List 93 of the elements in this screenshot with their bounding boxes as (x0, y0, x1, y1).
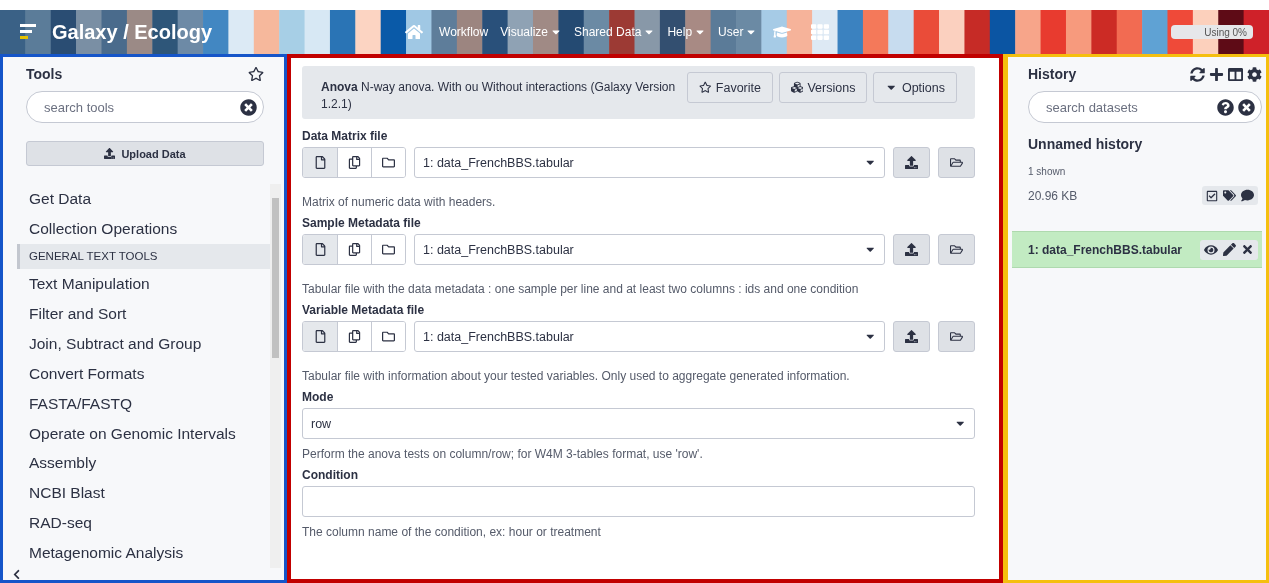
eye-icon[interactable] (1204, 242, 1218, 257)
folder-icon (382, 330, 395, 343)
refresh-icon[interactable] (1190, 66, 1205, 82)
file-icon (313, 330, 327, 343)
copy-icon (348, 156, 361, 169)
clear-icon[interactable] (240, 98, 257, 116)
help-text: Tabular file with information about your tested variables. Only used to aggregate generated information. (302, 369, 851, 383)
comment-icon[interactable] (1241, 189, 1254, 202)
search-field[interactable]: search tools (26, 91, 264, 123)
upload-icon (905, 156, 918, 169)
search-field[interactable]: search datasets (1028, 91, 1262, 123)
help-text: Perform the anova tests on column/row; for W4M 3-tables format, use 'row'. (302, 447, 704, 461)
folder-icon (382, 156, 395, 169)
panel-title: History (1028, 66, 1077, 82)
brand-title: Galaxy / Ecology (52, 20, 213, 44)
upload-button[interactable] (893, 234, 930, 265)
tool-category[interactable]: RAD-seq (17, 508, 270, 539)
upload-button[interactable] (893, 321, 930, 352)
help-icon[interactable] (1217, 98, 1234, 116)
logo-icon (20, 23, 38, 41)
search-input[interactable]: search datasets (1044, 98, 1217, 116)
field-label: Mode (302, 390, 335, 404)
upload-icon (104, 148, 116, 159)
help-text: Tabular file with the data metadata : one sample per line and at least two columns : ids and one condition (302, 282, 860, 296)
columns-icon[interactable] (1228, 66, 1243, 82)
search-input[interactable]: search tools (42, 98, 240, 116)
clear-icon[interactable] (1238, 98, 1255, 116)
file-icon (313, 156, 327, 169)
tool-category[interactable]: Filter and Sort (17, 299, 270, 329)
tool-category[interactable]: NCBI Blast (17, 478, 270, 509)
quota-meter[interactable]: Using 0% (1171, 25, 1253, 39)
plus-icon[interactable] (1209, 66, 1224, 82)
collection-button[interactable] (371, 235, 405, 264)
field-label: Variable Metadata file (302, 303, 426, 317)
tool-category[interactable]: Text Manipulation (17, 269, 270, 300)
help-text: Matrix of numeric data with headers. (302, 195, 497, 209)
folder-icon (950, 156, 963, 169)
collection-button[interactable] (371, 148, 405, 177)
settings-icon[interactable] (1247, 66, 1262, 82)
browse-button[interactable] (938, 147, 975, 178)
browse-button[interactable] (938, 321, 975, 352)
input-field[interactable] (302, 486, 975, 517)
field-label: Sample Metadata file (302, 216, 422, 230)
copy-icon (348, 330, 361, 343)
tool-category[interactable]: Metagenomic Analysis (17, 538, 270, 568)
star-icon (699, 81, 712, 94)
folder-icon (950, 330, 963, 343)
field-label: Condition (302, 468, 359, 482)
panel-title: Tools (26, 66, 63, 82)
header-button[interactable]: Options (873, 72, 957, 103)
cubes-icon (790, 81, 804, 94)
collection-button[interactable] (371, 322, 405, 351)
copy-icon (348, 243, 361, 256)
upload-icon (905, 330, 918, 343)
scrollbar[interactable] (270, 184, 281, 568)
field-label: Data Matrix file (302, 129, 389, 143)
tool-category[interactable]: Operate on Genomic Intervals (17, 418, 270, 449)
tool-description: Anova N-way anova. With ou Without interactions (Galaxy Version 1.2.1) (321, 79, 677, 113)
section-header[interactable]: GENERAL TEXT TOOLS (17, 243, 270, 270)
star-icon[interactable] (248, 66, 264, 82)
browse-button[interactable] (938, 234, 975, 265)
tool-category[interactable]: Convert Formats (17, 358, 270, 389)
shown-count: 1 shown (1028, 166, 1067, 177)
upload-button[interactable] (893, 147, 930, 178)
header-button[interactable]: Versions (778, 72, 868, 103)
close-icon[interactable] (1241, 243, 1254, 256)
chevron-left-icon[interactable] (11, 568, 22, 580)
pencil-icon[interactable] (1223, 243, 1236, 256)
tool-category[interactable]: Collection Operations (17, 213, 270, 244)
help-text: The column name of the condition, ex: hour or treatment (302, 525, 602, 539)
tool-category[interactable]: Assembly (17, 448, 270, 479)
tags-icon[interactable] (1223, 189, 1236, 202)
nav-link[interactable]: User (716, 25, 760, 39)
folder-icon (950, 243, 963, 256)
single-dataset-button[interactable] (303, 235, 337, 264)
history-size: 20.96 KB (1028, 188, 1078, 203)
single-dataset-button[interactable] (303, 148, 337, 177)
mode-select[interactable]: row (302, 408, 975, 439)
folder-icon (382, 243, 395, 256)
upload-data-button[interactable]: Upload Data (26, 141, 264, 166)
single-dataset-button[interactable] (303, 322, 337, 351)
tool-category[interactable]: Get Data (17, 184, 270, 214)
dataset-select[interactable]: 1: data_FrenchBBS.tabular (414, 321, 885, 352)
header-button[interactable]: Favorite (687, 72, 773, 103)
file-icon (313, 243, 327, 256)
dataset-select[interactable]: 1: data_FrenchBBS.tabular (414, 147, 885, 178)
checkbox-icon[interactable] (1206, 189, 1218, 202)
dataset-select[interactable]: 1: data_FrenchBBS.tabular (414, 234, 885, 265)
tool-category[interactable]: FASTA/FASTQ (17, 388, 270, 419)
dataset-item[interactable]: 1: data_FrenchBBS.tabular (1012, 231, 1262, 268)
upload-icon (905, 243, 918, 256)
history-name: Unnamed history (1028, 136, 1144, 152)
tool-category[interactable]: Join, Subtract and Group (17, 328, 270, 359)
